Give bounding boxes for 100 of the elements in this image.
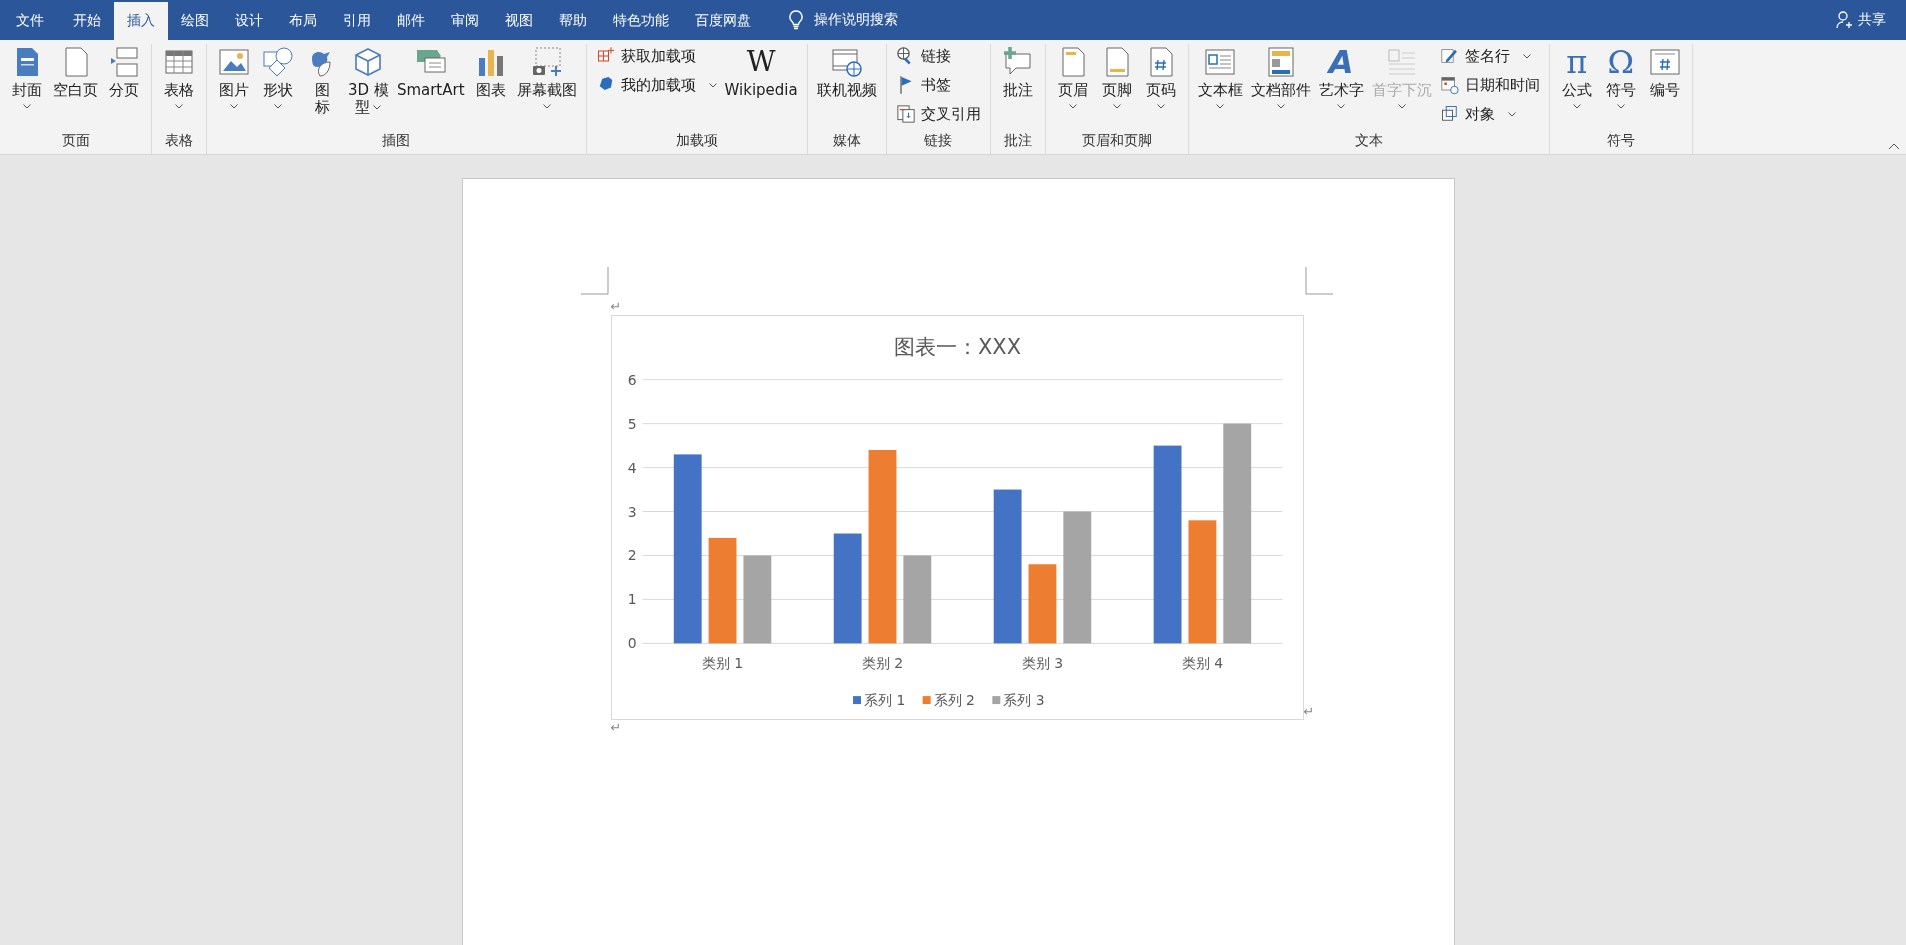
group-label: 文本 xyxy=(1353,132,1384,150)
ribbon-button[interactable]: 签名行 xyxy=(1436,44,1543,68)
ribbon-tab[interactable]: 百度网盘 xyxy=(682,2,764,40)
caret-icon xyxy=(1216,104,1225,109)
ribbon-button[interactable]: 交叉引用 xyxy=(892,102,984,126)
ribbon-button[interactable]: 3D 模 型 xyxy=(345,44,392,118)
text-box-icon xyxy=(1204,46,1237,78)
ribbon-button[interactable]: 分页 xyxy=(103,44,145,101)
ribbon-tab[interactable]: 设计 xyxy=(222,2,276,40)
ribbon-tab[interactable]: 布局 xyxy=(276,2,330,40)
caret-icon xyxy=(1276,104,1285,109)
ribbon-button[interactable]: 表格 xyxy=(158,44,200,111)
ribbon-button[interactable]: 获取加载项 xyxy=(592,44,720,68)
caret-icon xyxy=(1616,104,1625,109)
axis-tick-label: 1 xyxy=(627,591,636,608)
group-label: 符号 xyxy=(1605,132,1636,150)
group-label: 页眉和页脚 xyxy=(1080,132,1153,150)
ribbon-button[interactable]: 我的加载项 xyxy=(592,73,720,97)
page-break-icon xyxy=(108,46,140,78)
chart-title: 图表一：XXX xyxy=(893,334,1021,359)
lightbulb-icon xyxy=(788,10,804,30)
axis-tick-label: 0 xyxy=(627,635,636,652)
group-label: 批注 xyxy=(1002,132,1033,150)
caret-icon xyxy=(1572,104,1581,109)
ribbon-button[interactable]: 编号 xyxy=(1643,44,1686,101)
search-hint[interactable]: 操作说明搜索 xyxy=(814,11,898,29)
ribbon-button[interactable]: 形状 xyxy=(257,44,299,111)
ribbon-button[interactable]: 图片 xyxy=(213,44,255,111)
ribbon-button[interactable]: 批注 xyxy=(996,44,1039,101)
caret-icon xyxy=(1112,104,1121,109)
ribbon-tab[interactable]: 文件 xyxy=(0,2,60,40)
ribbon-button[interactable]: 联机视频 xyxy=(813,44,880,101)
ribbon-button[interactable]: A 艺术字 xyxy=(1315,44,1367,111)
caret-icon xyxy=(373,105,382,110)
caret-icon xyxy=(175,104,183,109)
ribbon-button[interactable]: 空白页 xyxy=(50,44,101,101)
ribbon-button[interactable]: 链接 xyxy=(892,44,984,68)
category-label: 类别 1 xyxy=(701,655,743,672)
axis-tick-label: 3 xyxy=(627,503,636,520)
axis-tick-label: 5 xyxy=(627,415,636,432)
video-globe-icon xyxy=(830,46,863,78)
ribbon-tab[interactable]: 审阅 xyxy=(438,2,492,40)
category-label: 类别 4 xyxy=(1181,655,1223,672)
axis-tick-label: 4 xyxy=(627,459,636,476)
ribbon-button[interactable]: π 公式 xyxy=(1555,44,1598,111)
legend-swatch xyxy=(922,696,931,705)
crop-mark-icon xyxy=(580,267,609,295)
caret-icon xyxy=(230,104,238,109)
ribbon-tab[interactable]: 引用 xyxy=(330,2,384,40)
group-label: 插图 xyxy=(381,132,412,150)
ribbon-button[interactable]: 页眉 xyxy=(1051,44,1094,111)
ribbon-button[interactable]: 书签 xyxy=(892,73,984,97)
share-button[interactable]: 共享 xyxy=(1830,0,1892,40)
ribbon-button[interactable]: SmartArt xyxy=(393,44,468,101)
ribbon-button[interactable]: Ω 符号 xyxy=(1599,44,1642,111)
ribbon-button[interactable]: 图 标 xyxy=(301,44,343,118)
legend-label: 系列 1 xyxy=(863,692,905,709)
numbering-icon xyxy=(1648,46,1681,78)
object-icon xyxy=(1439,104,1460,124)
calendar-clock-icon xyxy=(1439,75,1460,95)
legend-swatch xyxy=(852,696,861,705)
cross-reference-icon xyxy=(895,104,916,124)
signature-pen-icon xyxy=(1439,46,1460,66)
ribbon-button[interactable]: 图表 xyxy=(469,44,512,101)
group-label: 链接 xyxy=(923,132,954,150)
ribbon-button[interactable]: 对象 xyxy=(1436,102,1543,126)
screenshot-icon xyxy=(530,46,563,78)
ribbon-button[interactable]: 文本框 xyxy=(1194,44,1246,111)
ribbon-button[interactable]: 日期和时间 xyxy=(1436,73,1543,97)
pi-icon: Ω xyxy=(1607,46,1634,78)
legend-swatch xyxy=(991,696,1000,705)
ribbon-tab[interactable]: 帮助 xyxy=(546,2,600,40)
ribbon-tab[interactable]: 绘图 xyxy=(168,2,222,40)
ribbon-button[interactable]: W Wikipedia xyxy=(721,44,801,101)
ribbon-button[interactable]: 文档部件 xyxy=(1247,44,1314,111)
ribbon-button[interactable]: 页码 xyxy=(1139,44,1182,111)
paragraph-mark: ↵ xyxy=(610,720,622,736)
ribbon-button[interactable]: 页脚 xyxy=(1095,44,1138,111)
ribbon-tab[interactable]: 视图 xyxy=(492,2,546,40)
ribbon-button[interactable]: 屏幕截图 xyxy=(513,44,580,111)
caret-icon xyxy=(1522,53,1531,59)
caret-icon xyxy=(1068,104,1077,109)
ribbon-tab[interactable]: 插入 xyxy=(114,2,168,40)
person-plus-icon xyxy=(1836,11,1854,29)
category-label: 类别 2 xyxy=(861,655,903,672)
caret-icon xyxy=(1337,104,1346,109)
caret-icon xyxy=(23,104,31,109)
paragraph-mark: ↵ xyxy=(610,299,622,315)
paragraph-mark: ↵ xyxy=(1303,704,1315,720)
ribbon-tab[interactable]: 邮件 xyxy=(384,2,438,40)
wikipedia-logo-icon: W xyxy=(746,46,776,78)
ribbon-tab[interactable]: 特色功能 xyxy=(600,2,682,40)
collapse-ribbon-icon[interactable] xyxy=(1888,142,1900,150)
legend-label: 系列 3 xyxy=(1002,692,1045,709)
letter-a-icon: A xyxy=(1328,46,1354,78)
ribbon-button[interactable]: 封面 xyxy=(6,44,48,111)
ribbon-tab[interactable]: 开始 xyxy=(60,2,114,40)
caret-icon xyxy=(1507,111,1516,117)
legend-label: 系列 2 xyxy=(933,692,975,709)
caret-icon xyxy=(274,104,282,109)
